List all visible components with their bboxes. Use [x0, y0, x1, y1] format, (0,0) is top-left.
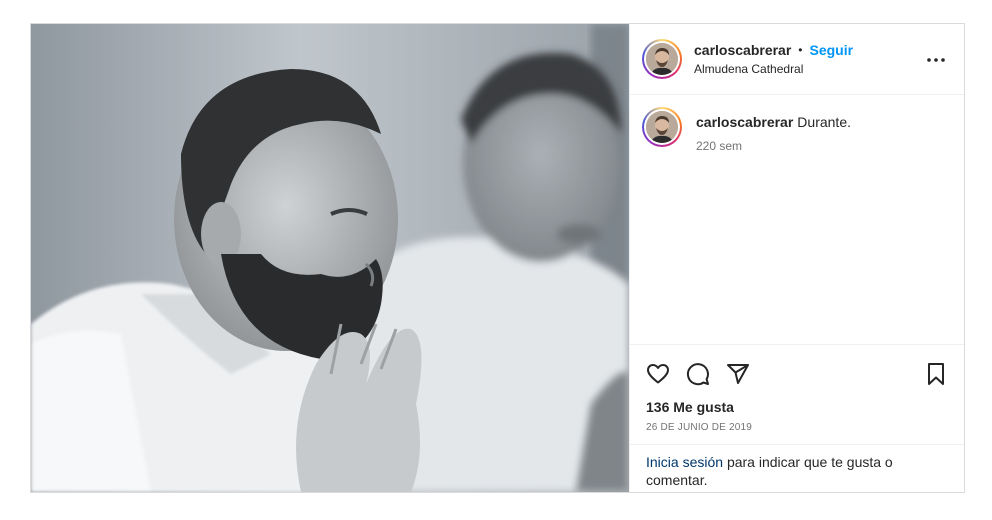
bookmark-icon[interactable]: [924, 362, 948, 386]
post-sidebar: carloscabrerar • Seguir Almudena Cathedr…: [629, 24, 964, 492]
avatar[interactable]: [642, 39, 682, 79]
post-header: carloscabrerar • Seguir Almudena Cathedr…: [630, 24, 964, 95]
location-link[interactable]: Almudena Cathedral: [694, 62, 853, 76]
caption-comment: carloscabrerar Durante. 220 sem: [642, 107, 948, 153]
comment-icon[interactable]: [686, 362, 710, 386]
more-options-icon[interactable]: [926, 50, 946, 70]
separator-dot: •: [798, 43, 803, 57]
caption-time[interactable]: 220 sem: [696, 139, 851, 153]
login-link[interactable]: Inicia sesión: [646, 454, 723, 470]
action-icon-row: [646, 345, 948, 397]
instagram-post: carloscabrerar • Seguir Almudena Cathedr…: [30, 23, 965, 493]
heart-icon[interactable]: [646, 362, 670, 386]
likes-count[interactable]: 136 Me gusta: [646, 399, 948, 415]
comment-username-link[interactable]: carloscabrerar: [696, 114, 793, 130]
photo-image: [31, 24, 629, 492]
post-photo[interactable]: [31, 24, 629, 492]
avatar[interactable]: [642, 107, 682, 147]
avatar-image: [646, 111, 678, 143]
comments-section: carloscabrerar Durante. 220 sem: [630, 95, 964, 344]
share-icon[interactable]: [726, 362, 750, 386]
username-link[interactable]: carloscabrerar: [694, 42, 791, 58]
avatar-image: [646, 43, 678, 75]
post-date[interactable]: 26 DE JUNIO DE 2019: [646, 422, 948, 433]
caption-text: Durante.: [797, 114, 851, 130]
follow-button[interactable]: Seguir: [810, 42, 854, 58]
actions-section: 136 Me gusta 26 DE JUNIO DE 2019: [630, 344, 964, 444]
login-prompt: Inicia sesión para indicar que te gusta …: [630, 444, 964, 492]
